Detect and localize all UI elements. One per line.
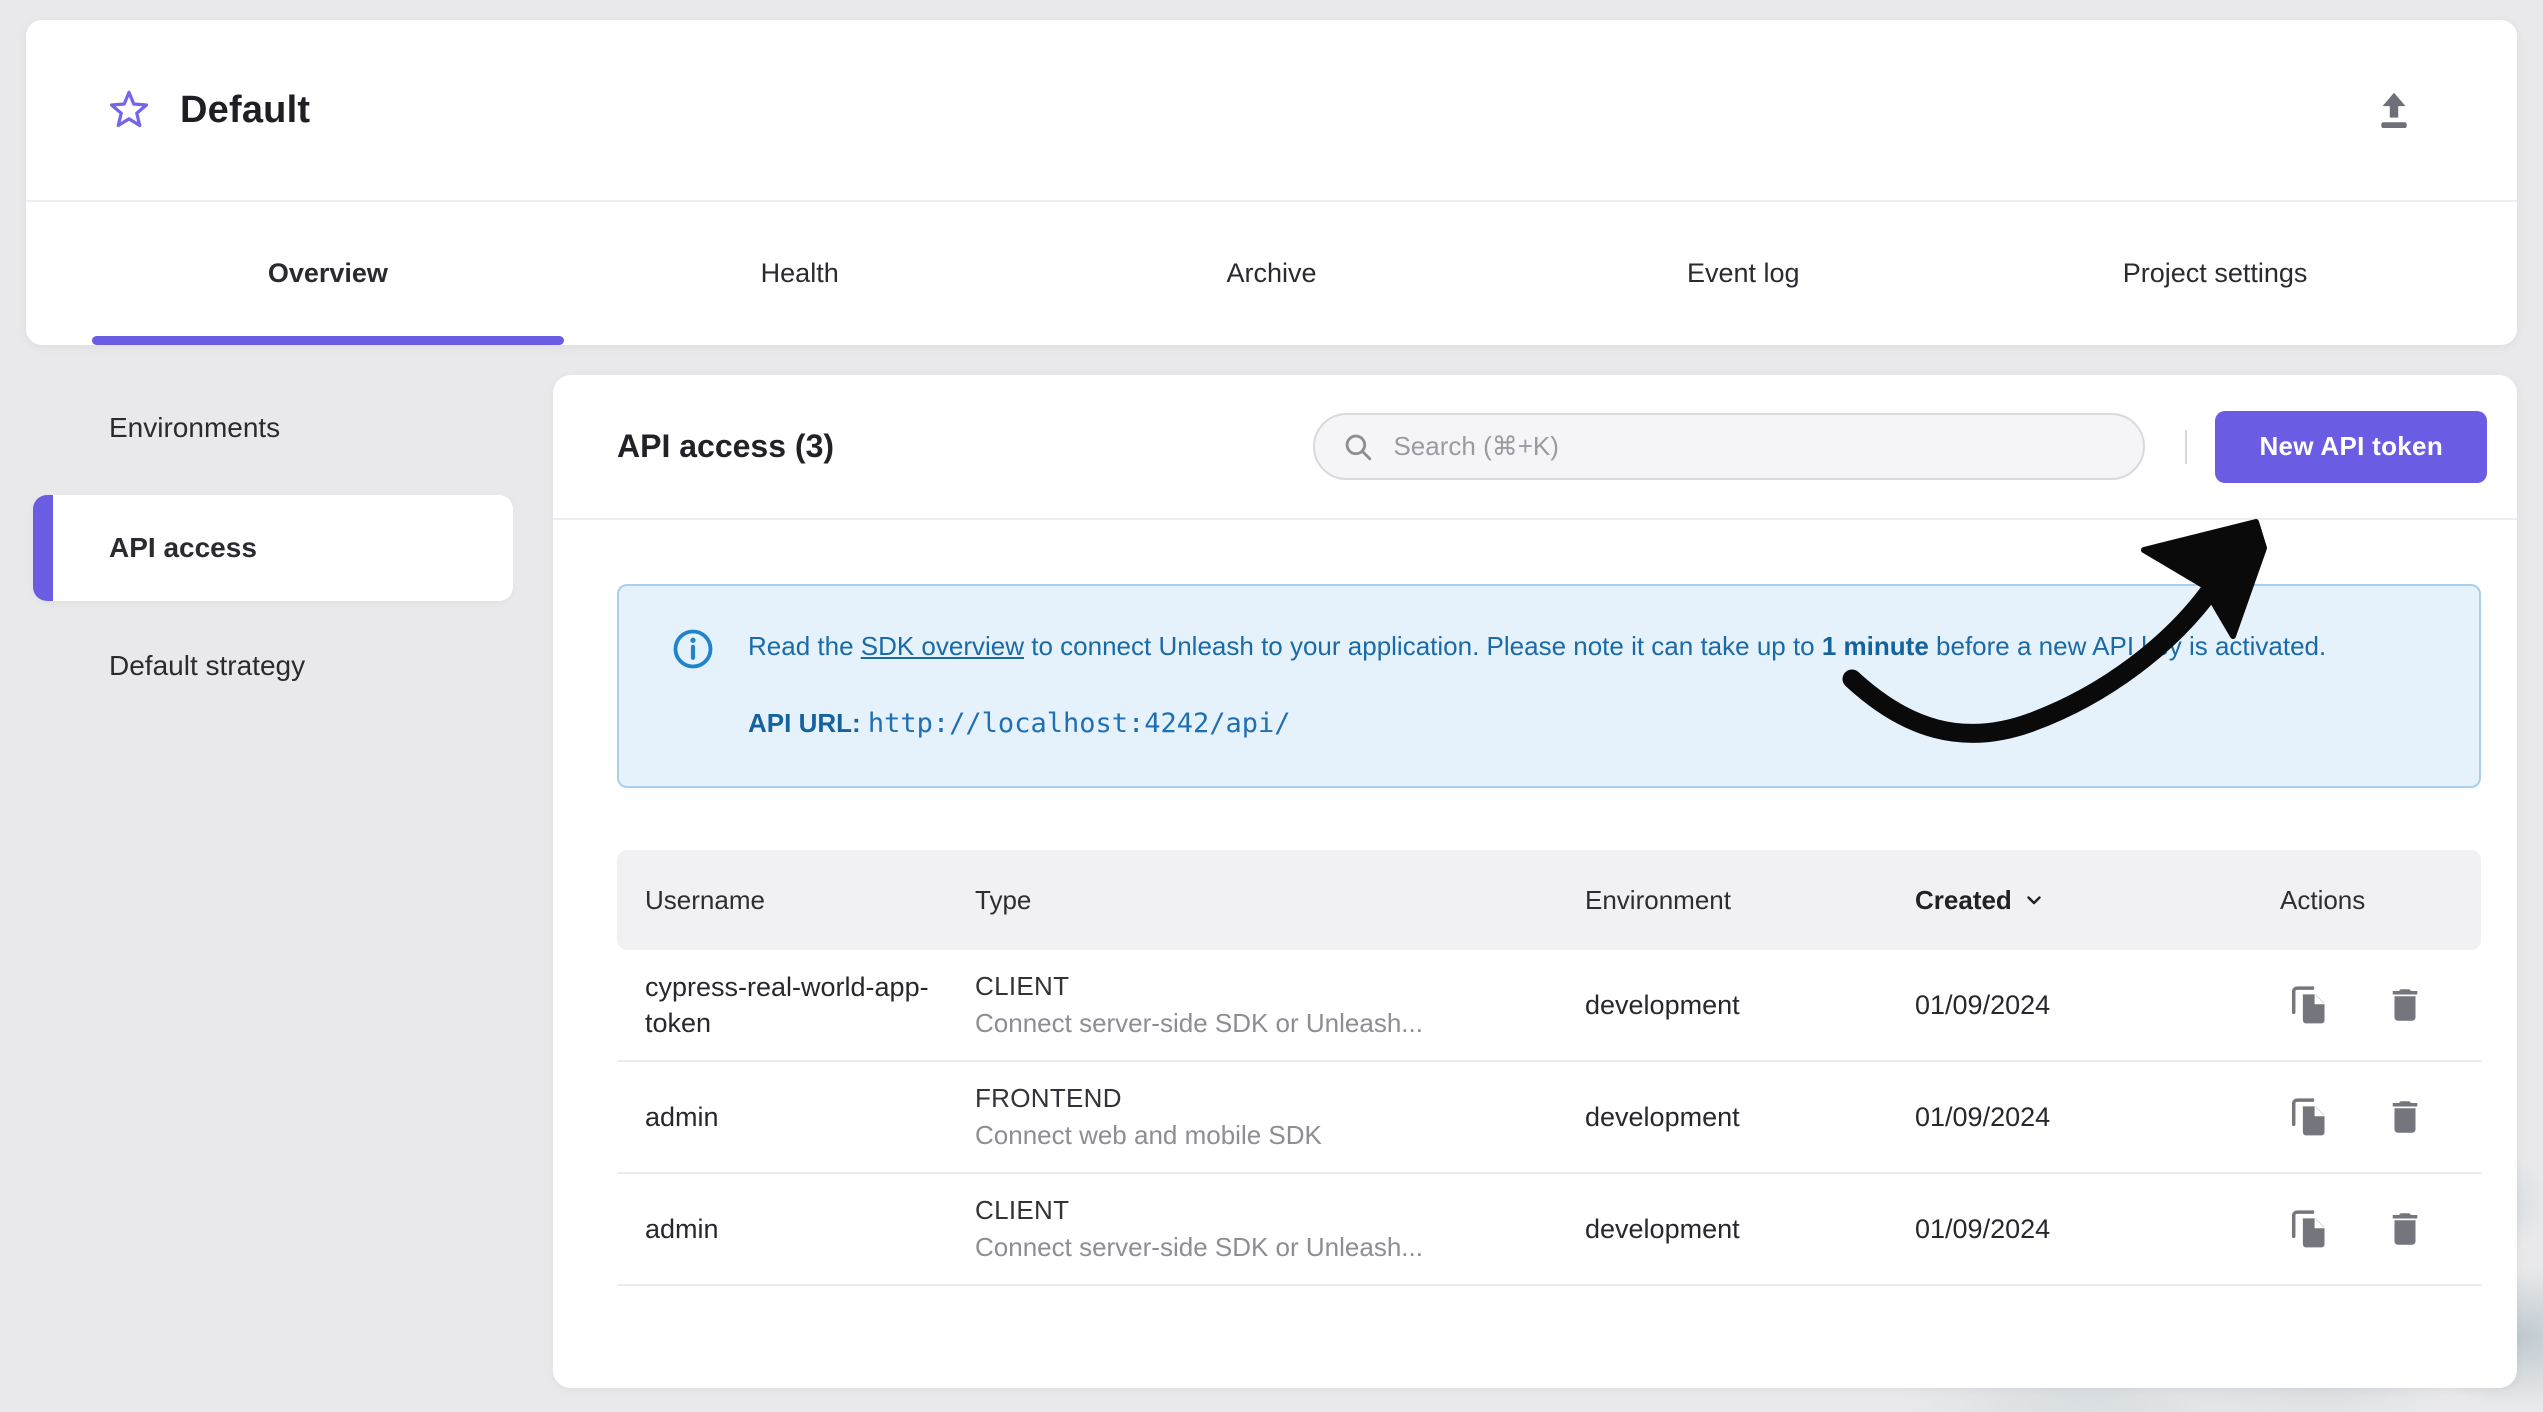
- settings-sidebar: Environments API access Default strategy: [26, 375, 526, 719]
- delete-icon: [2384, 1208, 2426, 1250]
- info-icon: [672, 628, 714, 675]
- banner-text: Read the SDK overview to connect Unleash…: [748, 626, 2326, 744]
- tab-label: Archive: [1226, 258, 1317, 288]
- copy-token-button[interactable]: [2280, 1201, 2336, 1257]
- column-header-actions: Actions: [2280, 884, 2366, 915]
- cell-environment: development: [1585, 1213, 1740, 1244]
- banner-text-middle: to connect Unleash to your application. …: [1024, 631, 1822, 661]
- token-type: CLIENT: [975, 971, 1070, 1001]
- cell-username: admin: [645, 1214, 719, 1244]
- divider: [2185, 429, 2188, 464]
- tab-project-settings[interactable]: Project settings: [1979, 202, 2451, 345]
- tab-label: Health: [760, 258, 839, 288]
- project-header-card: Default Overview Health Archive Event lo…: [26, 20, 2517, 345]
- cell-actions: [2280, 1089, 2481, 1145]
- search-input[interactable]: [1393, 431, 2120, 462]
- copy-icon: [2286, 1095, 2330, 1139]
- sidebar-item-label: Default strategy: [109, 650, 306, 681]
- star-outline-icon: [106, 87, 152, 133]
- tab-label: Project settings: [2122, 258, 2308, 288]
- tab-event-log[interactable]: Event log: [1507, 202, 1979, 345]
- chevron-down-icon: [2022, 888, 2046, 912]
- column-header-environment: Environment: [1585, 884, 1731, 915]
- delete-icon: [2384, 984, 2426, 1026]
- cell-type: CLIENT Connect server-side SDK or Unleas…: [975, 1195, 1585, 1263]
- token-type: FRONTEND: [975, 1083, 1122, 1113]
- cell-actions: [2280, 1201, 2481, 1257]
- column-header-label: Created: [1915, 884, 2012, 915]
- tab-label: Event log: [1687, 258, 1800, 288]
- cell-username: cypress-real-world-app-token: [645, 972, 929, 1038]
- api-access-panel: API access (3) New API token: [553, 375, 2517, 1388]
- cell-environment: development: [1585, 1101, 1740, 1132]
- api-access-header: API access (3) New API token: [553, 375, 2517, 520]
- token-type-description: Connect web and mobile SDK: [975, 1120, 1322, 1150]
- export-button[interactable]: [2371, 87, 2417, 133]
- token-type: CLIENT: [975, 1195, 1070, 1225]
- cell-created: 01/09/2024: [1915, 989, 2051, 1020]
- cell-type: FRONTEND Connect web and mobile SDK: [975, 1083, 1585, 1151]
- copy-icon: [2286, 1207, 2330, 1251]
- search-box: [1313, 413, 2146, 480]
- banner-text-start: Read the: [748, 631, 861, 661]
- api-url-value: http://localhost:4242/api/: [867, 708, 1291, 739]
- tab-archive[interactable]: Archive: [1036, 202, 1508, 345]
- table-header-row: Username Type Environment Created Action…: [617, 850, 2481, 950]
- search-icon: [1341, 430, 1375, 464]
- token-type-description: Connect server-side SDK or Unleash...: [975, 1232, 1423, 1262]
- cell-environment: development: [1585, 989, 1740, 1020]
- sdk-overview-link[interactable]: SDK overview: [861, 631, 1024, 661]
- api-url-label: API URL: [748, 708, 852, 738]
- delete-token-button[interactable]: [2378, 1202, 2432, 1256]
- table-row: admin FRONTEND Connect web and mobile SD…: [617, 1062, 2481, 1174]
- cell-created: 01/09/2024: [1915, 1101, 2051, 1132]
- project-header: Default: [26, 20, 2517, 200]
- copy-token-button[interactable]: [2280, 1089, 2336, 1145]
- copy-token-button[interactable]: [2280, 977, 2336, 1033]
- sidebar-item-label: API access: [109, 532, 257, 563]
- sidebar-item-api-access[interactable]: API access: [33, 495, 513, 601]
- tab-health[interactable]: Health: [564, 202, 1036, 345]
- tab-label: Overview: [267, 258, 388, 288]
- sidebar-item-label: Environments: [109, 412, 281, 443]
- api-tokens-table: Username Type Environment Created Action…: [617, 850, 2481, 1286]
- column-header-created-sort[interactable]: Created: [1915, 885, 2046, 916]
- sidebar-item-default-strategy[interactable]: Default strategy: [26, 613, 526, 719]
- banner-text-end: before a new API key is activated.: [1928, 631, 2327, 661]
- active-item-bar: [33, 495, 53, 601]
- cell-username: admin: [645, 1102, 719, 1132]
- api-url-separator: :: [852, 708, 868, 738]
- banner-bold-text: 1 minute: [1821, 631, 1929, 661]
- table-row: admin CLIENT Connect server-side SDK or …: [617, 1174, 2481, 1286]
- cell-created: 01/09/2024: [1915, 1213, 2051, 1244]
- favorite-star-button[interactable]: [106, 87, 152, 133]
- column-header-username: Username: [645, 884, 765, 915]
- cell-actions: [2280, 977, 2481, 1033]
- delete-token-button[interactable]: [2378, 978, 2432, 1032]
- active-tab-indicator: [92, 336, 564, 345]
- table-row: cypress-real-world-app-token CLIENT Conn…: [617, 950, 2481, 1062]
- copy-icon: [2286, 983, 2330, 1027]
- delete-token-button[interactable]: [2378, 1090, 2432, 1144]
- column-header-type: Type: [975, 884, 1032, 915]
- project-tabs: Overview Health Archive Event log Projec…: [26, 200, 2517, 345]
- info-banner: Read the SDK overview to connect Unleash…: [617, 584, 2481, 788]
- upload-icon: [2371, 87, 2417, 133]
- sidebar-item-environments[interactable]: Environments: [26, 375, 526, 481]
- token-type-description: Connect server-side SDK or Unleash...: [975, 1008, 1423, 1038]
- tab-overview[interactable]: Overview: [92, 202, 564, 345]
- page-title: Default: [180, 88, 311, 131]
- section-title: API access (3): [617, 428, 835, 464]
- page: Default Overview Health Archive Event lo…: [0, 0, 2543, 1412]
- cell-type: CLIENT Connect server-side SDK or Unleas…: [975, 971, 1585, 1039]
- new-api-token-button[interactable]: New API token: [2215, 410, 2487, 483]
- delete-icon: [2384, 1096, 2426, 1138]
